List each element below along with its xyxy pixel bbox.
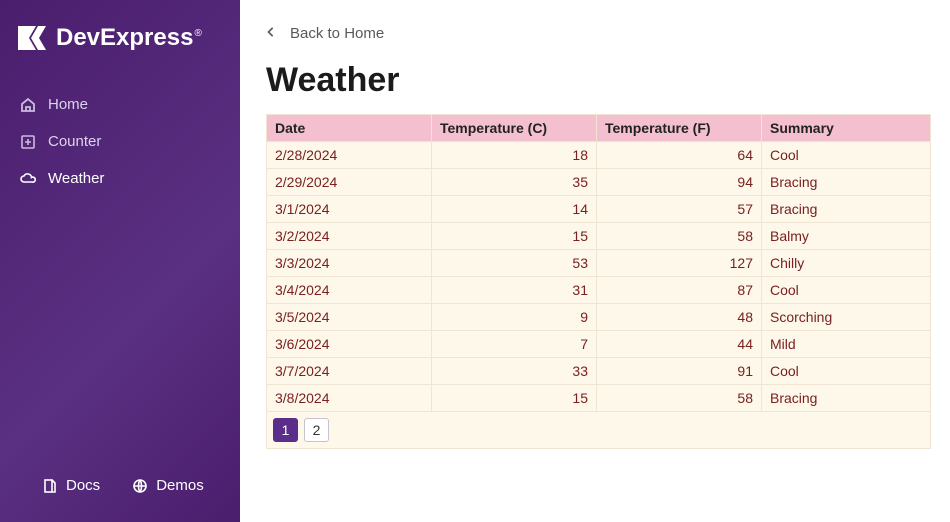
cell: 57 xyxy=(597,196,762,223)
table-header-row: Date Temperature (C) Temperature (F) Sum… xyxy=(267,115,931,142)
docs-link[interactable]: Docs xyxy=(42,477,100,494)
cell: 127 xyxy=(597,250,762,277)
sidebar: DevExpress® Home Counter xyxy=(0,0,240,522)
brand-logo: DevExpress® xyxy=(0,0,240,82)
sidebar-bottom-links: Docs Demos xyxy=(0,477,240,494)
cell: Bracing xyxy=(762,169,931,196)
page-button-2[interactable]: 2 xyxy=(304,418,329,442)
cell: 3/2/2024 xyxy=(267,223,432,250)
cell: Bracing xyxy=(762,196,931,223)
cell: 91 xyxy=(597,358,762,385)
cell: 3/5/2024 xyxy=(267,304,432,331)
table-row: 3/3/202453127Chilly xyxy=(267,250,931,277)
nav: Home Counter Weather xyxy=(0,82,240,522)
cell: 3/6/2024 xyxy=(267,331,432,358)
table-row: 3/1/20241457Bracing xyxy=(267,196,931,223)
cell: Scorching xyxy=(762,304,931,331)
back-label: Back to Home xyxy=(290,25,384,42)
cell: 15 xyxy=(432,223,597,250)
back-to-home[interactable]: Back to Home xyxy=(266,24,924,43)
demos-link[interactable]: Demos xyxy=(132,477,204,494)
cell: 2/29/2024 xyxy=(267,169,432,196)
cell: 31 xyxy=(432,277,597,304)
counter-icon xyxy=(20,134,36,150)
cell: 3/3/2024 xyxy=(267,250,432,277)
table-row: 3/8/20241558Bracing xyxy=(267,385,931,412)
table-row: 2/28/20241864Cool xyxy=(267,142,931,169)
cell: Cool xyxy=(762,358,931,385)
cell: 53 xyxy=(432,250,597,277)
cell: 33 xyxy=(432,358,597,385)
sidebar-item-label: Counter xyxy=(48,133,101,150)
cell: 3/8/2024 xyxy=(267,385,432,412)
chevron-left-icon xyxy=(266,24,276,43)
cell: 7 xyxy=(432,331,597,358)
pager: 12 xyxy=(273,418,924,442)
cell: 35 xyxy=(432,169,597,196)
weather-icon xyxy=(20,171,36,187)
page-button-1[interactable]: 1 xyxy=(273,418,298,442)
cell: 2/28/2024 xyxy=(267,142,432,169)
cell: Cool xyxy=(762,142,931,169)
home-icon xyxy=(20,97,36,113)
table-row: 3/7/20243391Cool xyxy=(267,358,931,385)
cell: 18 xyxy=(432,142,597,169)
demos-label: Demos xyxy=(156,477,204,494)
demos-icon xyxy=(132,478,148,494)
cell: 9 xyxy=(432,304,597,331)
cell: Cool xyxy=(762,277,931,304)
brand-name: DevExpress® xyxy=(56,24,202,52)
cell: Mild xyxy=(762,331,931,358)
cell: 3/1/2024 xyxy=(267,196,432,223)
sidebar-item-counter[interactable]: Counter xyxy=(0,123,240,160)
table-row: 3/2/20241558Balmy xyxy=(267,223,931,250)
cell: 87 xyxy=(597,277,762,304)
cell: 3/7/2024 xyxy=(267,358,432,385)
col-temp-c[interactable]: Temperature (C) xyxy=(432,115,597,142)
pager-row: 12 xyxy=(267,412,931,449)
table-row: 3/6/2024744Mild xyxy=(267,331,931,358)
devexpress-logo-icon xyxy=(18,26,46,50)
sidebar-item-label: Weather xyxy=(48,170,104,187)
cell: Balmy xyxy=(762,223,931,250)
cell: 58 xyxy=(597,385,762,412)
cell: 3/4/2024 xyxy=(267,277,432,304)
cell: 48 xyxy=(597,304,762,331)
col-date[interactable]: Date xyxy=(267,115,432,142)
sidebar-item-label: Home xyxy=(48,96,88,113)
col-summary[interactable]: Summary xyxy=(762,115,931,142)
sidebar-item-home[interactable]: Home xyxy=(0,86,240,123)
cell: 94 xyxy=(597,169,762,196)
cell: 14 xyxy=(432,196,597,223)
cell: 58 xyxy=(597,223,762,250)
cell: 44 xyxy=(597,331,762,358)
cell: Chilly xyxy=(762,250,931,277)
cell: 15 xyxy=(432,385,597,412)
table-row: 3/4/20243187Cool xyxy=(267,277,931,304)
sidebar-item-weather[interactable]: Weather xyxy=(0,160,240,197)
weather-grid: Date Temperature (C) Temperature (F) Sum… xyxy=(266,114,931,449)
cell: Bracing xyxy=(762,385,931,412)
table-row: 2/29/20243594Bracing xyxy=(267,169,931,196)
docs-label: Docs xyxy=(66,477,100,494)
main-content: Back to Home Weather Date Temperature (C… xyxy=(240,0,950,522)
docs-icon xyxy=(42,478,58,494)
page-title: Weather xyxy=(266,61,924,100)
table-row: 3/5/2024948Scorching xyxy=(267,304,931,331)
col-temp-f[interactable]: Temperature (F) xyxy=(597,115,762,142)
cell: 64 xyxy=(597,142,762,169)
